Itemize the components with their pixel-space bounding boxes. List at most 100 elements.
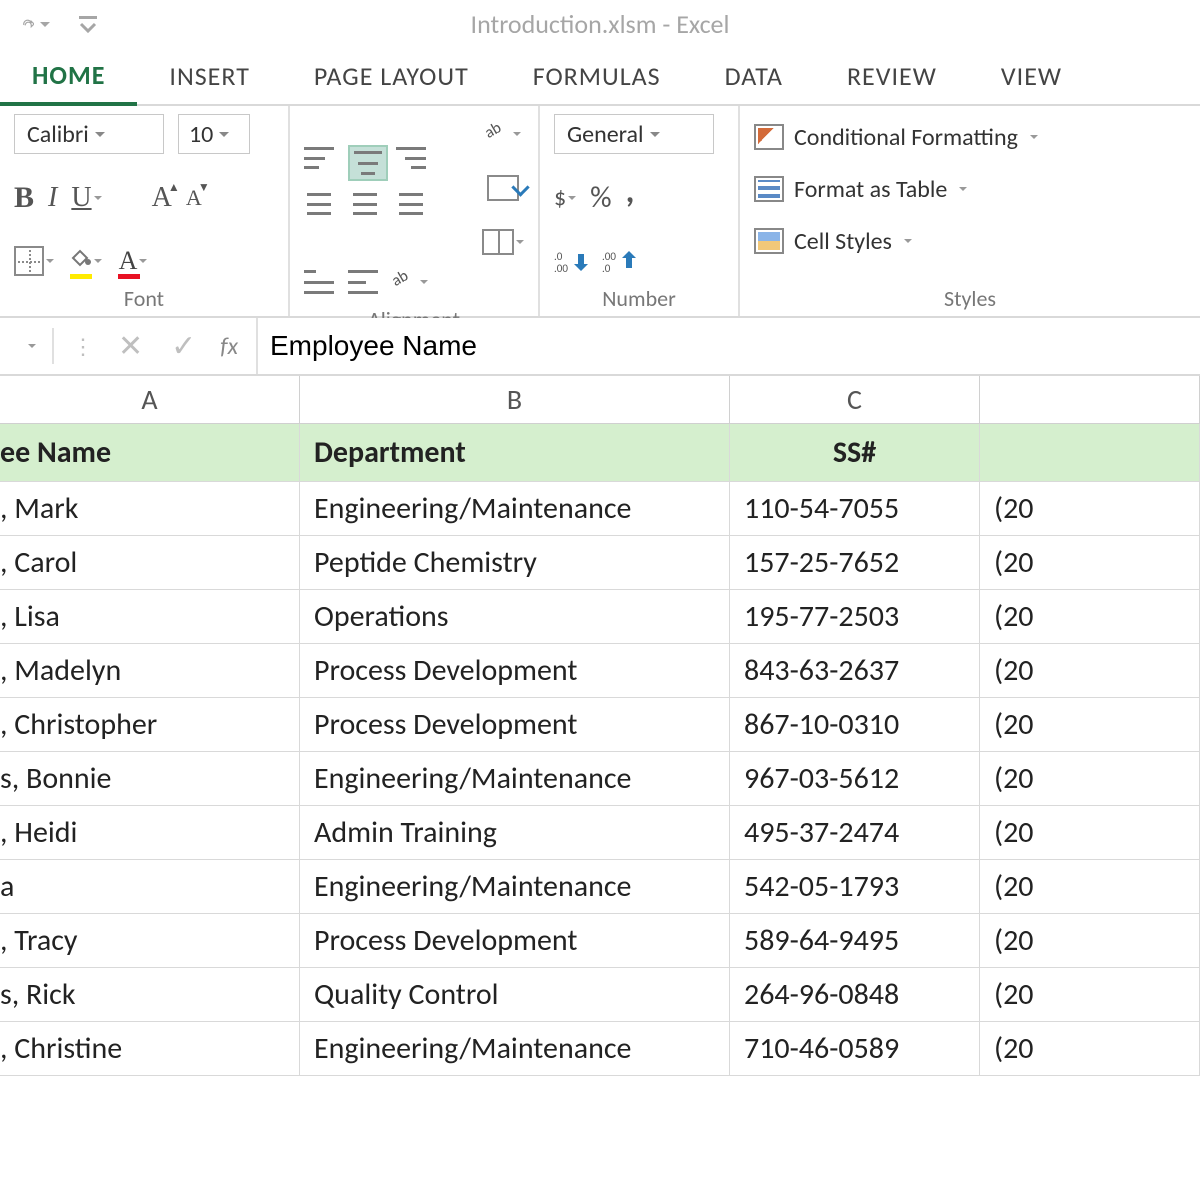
insert-function-button[interactable]: fx — [210, 332, 256, 361]
merge-center-button[interactable] — [482, 222, 524, 262]
decrease-decimal-button[interactable]: .00.0 — [602, 241, 636, 281]
cell[interactable]: s, Bonnie — [0, 752, 300, 805]
col-header-D[interactable] — [980, 376, 1200, 423]
cell[interactable]: Engineering/Maintenance — [300, 860, 730, 913]
format-as-table-button[interactable]: Format as Table — [754, 166, 1186, 212]
table-row[interactable]: , ChristopherProcess Development867-10-0… — [0, 698, 1200, 752]
cell[interactable]: Process Development — [300, 914, 730, 967]
cell[interactable]: a — [0, 860, 300, 913]
cell[interactable]: 542-05-1793 — [730, 860, 980, 913]
cell[interactable]: Peptide Chemistry — [300, 536, 730, 589]
header-cell[interactable] — [980, 424, 1200, 481]
decrease-indent-button[interactable] — [304, 270, 334, 294]
cell[interactable]: (20 — [980, 644, 1200, 697]
cell[interactable]: (20 — [980, 860, 1200, 913]
align-center-button[interactable] — [350, 193, 380, 215]
cell[interactable]: 867-10-0310 — [730, 698, 980, 751]
cell[interactable]: 843-63-2637 — [730, 644, 980, 697]
tab-data[interactable]: DATA — [693, 48, 815, 104]
cell[interactable]: Quality Control — [300, 968, 730, 1021]
header-cell[interactable]: ee Name — [0, 424, 300, 481]
cell[interactable]: , Carol — [0, 536, 300, 589]
cell[interactable]: 264-96-0848 — [730, 968, 980, 1021]
font-color-button[interactable]: A — [116, 241, 150, 281]
worksheet[interactable]: A B C ee Name Department SS# , MarkEngin… — [0, 376, 1200, 1076]
col-header-A[interactable]: A — [0, 376, 300, 423]
enter-edit-button[interactable]: ✓ — [157, 328, 210, 365]
cell[interactable]: , Christopher — [0, 698, 300, 751]
align-top-button[interactable] — [304, 147, 334, 169]
cell[interactable]: (20 — [980, 1022, 1200, 1075]
cell[interactable]: Engineering/Maintenance — [300, 752, 730, 805]
header-cell[interactable]: Department — [300, 424, 730, 481]
col-header-B[interactable]: B — [300, 376, 730, 423]
cell[interactable]: 710-46-0589 — [730, 1022, 980, 1075]
comma-format-button[interactable]: , — [626, 178, 635, 218]
formula-bar-splitter[interactable]: ⋮ — [62, 333, 104, 360]
cell[interactable]: (20 — [980, 698, 1200, 751]
increase-font-button[interactable]: A▲ — [152, 178, 172, 218]
align-middle-button[interactable] — [350, 147, 386, 179]
font-name-combo[interactable]: Calibri — [14, 114, 164, 154]
cell[interactable]: 157-25-7652 — [730, 536, 980, 589]
cell[interactable]: Engineering/Maintenance — [300, 482, 730, 535]
name-box-dropdown[interactable] — [18, 318, 44, 374]
align-bottom-button[interactable] — [396, 147, 426, 169]
table-row[interactable]: , TracyProcess Development589-64-9495(20 — [0, 914, 1200, 968]
increase-indent-button[interactable] — [348, 270, 378, 294]
align-left-button[interactable] — [304, 193, 334, 215]
wrap-text-button[interactable] — [487, 168, 519, 208]
cell[interactable]: (20 — [980, 482, 1200, 535]
cell[interactable]: Process Development — [300, 644, 730, 697]
cell[interactable]: 967-03-5612 — [730, 752, 980, 805]
table-row[interactable]: , HeidiAdmin Training495-37-2474(20 — [0, 806, 1200, 860]
table-row[interactable]: , MarkEngineering/Maintenance110-54-7055… — [0, 482, 1200, 536]
table-row[interactable]: aEngineering/Maintenance542-05-1793(20 — [0, 860, 1200, 914]
conditional-formatting-button[interactable]: Conditional Formatting — [754, 114, 1186, 160]
decrease-font-button[interactable]: A▼ — [186, 178, 202, 218]
table-row[interactable]: s, RickQuality Control264-96-0848(20 — [0, 968, 1200, 1022]
cell[interactable]: 110-54-7055 — [730, 482, 980, 535]
tab-home[interactable]: HOME — [0, 48, 137, 106]
cell[interactable]: 495-37-2474 — [730, 806, 980, 859]
underline-button[interactable]: U — [71, 178, 101, 218]
table-row[interactable]: , MadelynProcess Development843-63-2637(… — [0, 644, 1200, 698]
borders-button[interactable] — [14, 241, 54, 281]
tab-review[interactable]: REVIEW — [815, 48, 969, 104]
table-row[interactable]: , CarolPeptide Chemistry157-25-7652(20 — [0, 536, 1200, 590]
cell[interactable]: (20 — [980, 914, 1200, 967]
italic-button[interactable]: I — [48, 178, 57, 218]
cell[interactable]: (20 — [980, 968, 1200, 1021]
cell[interactable]: , Madelyn — [0, 644, 300, 697]
cell[interactable]: , Heidi — [0, 806, 300, 859]
table-row[interactable]: , LisaOperations195-77-2503(20 — [0, 590, 1200, 644]
cell[interactable]: , Mark — [0, 482, 300, 535]
cancel-edit-button[interactable]: ✕ — [104, 328, 157, 365]
orientation-rotate-button[interactable] — [392, 262, 428, 302]
redo-button[interactable] — [22, 10, 50, 38]
cell[interactable]: Admin Training — [300, 806, 730, 859]
header-cell[interactable]: SS# — [730, 424, 980, 481]
cell-styles-button[interactable]: Cell Styles — [754, 218, 1186, 264]
accounting-format-button[interactable]: $ — [554, 178, 576, 218]
percent-format-button[interactable]: % — [590, 178, 611, 218]
cell[interactable]: Operations — [300, 590, 730, 643]
table-row[interactable]: s, BonnieEngineering/Maintenance967-03-5… — [0, 752, 1200, 806]
tab-view[interactable]: VIEW — [969, 48, 1094, 104]
number-format-combo[interactable]: General — [554, 114, 714, 154]
cell[interactable]: s, Rick — [0, 968, 300, 1021]
orientation-button[interactable] — [485, 114, 521, 154]
cell[interactable]: , Christine — [0, 1022, 300, 1075]
cell[interactable]: Engineering/Maintenance — [300, 1022, 730, 1075]
align-right-button[interactable] — [396, 193, 426, 215]
cell[interactable]: 195-77-2503 — [730, 590, 980, 643]
cell[interactable]: , Tracy — [0, 914, 300, 967]
increase-decimal-button[interactable]: .0.00 — [554, 241, 588, 281]
tab-insert[interactable]: INSERT — [137, 48, 282, 104]
col-header-C[interactable]: C — [730, 376, 980, 423]
tab-pagelayout[interactable]: PAGE LAYOUT — [282, 48, 501, 104]
cell[interactable]: Process Development — [300, 698, 730, 751]
bold-button[interactable]: B — [14, 178, 34, 218]
cell[interactable]: (20 — [980, 590, 1200, 643]
qat-customize-button[interactable] — [74, 10, 102, 38]
